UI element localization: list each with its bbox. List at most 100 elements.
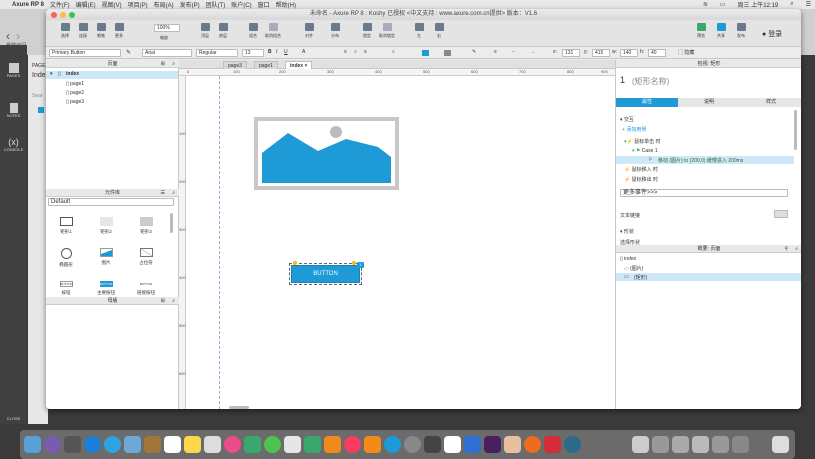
- align-center-icon[interactable]: ≡: [354, 49, 357, 55]
- page-row-page1[interactable]: ▯ page1: [66, 81, 84, 87]
- minimize-window-icon[interactable]: [60, 12, 66, 18]
- close-nav[interactable]: CLOSE: [0, 416, 27, 421]
- hide-checkbox[interactable]: ▢ 隐藏: [678, 49, 694, 56]
- notes-app-icon[interactable]: [144, 436, 161, 453]
- stickies-icon[interactable]: [184, 436, 201, 453]
- login-button[interactable]: ● 登录: [762, 29, 782, 39]
- preview-button[interactable]: 预览: [692, 23, 710, 39]
- line-width-icon[interactable]: ≡: [494, 49, 497, 55]
- handle-icon[interactable]: [293, 261, 297, 265]
- unlock-tool[interactable]: 取消锁定: [378, 23, 396, 39]
- inspector-scrollbar[interactable]: [794, 110, 797, 150]
- finder-icon[interactable]: [24, 436, 41, 453]
- shadow-icon[interactable]: [444, 50, 451, 56]
- widget-name-input[interactable]: (矩形名称): [632, 76, 669, 87]
- clock[interactable]: 周三 上午12:19: [738, 0, 779, 9]
- canvas-image-widget[interactable]: [254, 117, 399, 190]
- widget-rect2[interactable]: 矩形2: [91, 217, 121, 235]
- preview-app-icon[interactable]: [124, 436, 141, 453]
- add-case-link[interactable]: + 添加用例: [622, 126, 646, 133]
- folder-icon[interactable]: [712, 436, 729, 453]
- align-left-icon[interactable]: ≡: [344, 49, 347, 55]
- wifi-icon[interactable]: ≋: [703, 1, 708, 8]
- outline-item-rect[interactable]: ▭ (矩形): [616, 273, 801, 281]
- keynote-icon[interactable]: [324, 436, 341, 453]
- menu-window[interactable]: 窗口: [258, 0, 270, 9]
- menu-arrange[interactable]: 布局(A): [154, 0, 174, 9]
- quicktime-icon[interactable]: [564, 436, 581, 453]
- tab-style[interactable]: 样式: [740, 98, 801, 107]
- library-select[interactable]: Default: [48, 198, 174, 206]
- search-outline-icon[interactable]: ⌕: [795, 245, 798, 253]
- firefox-icon[interactable]: [524, 436, 541, 453]
- canvas-button[interactable]: BUTTON: [289, 263, 362, 285]
- interaction-section[interactable]: ▾ 交互: [620, 116, 634, 123]
- messages-icon[interactable]: [264, 436, 281, 453]
- bring-front-tool[interactable]: 顶层: [196, 23, 214, 39]
- fill-color-icon[interactable]: [422, 50, 429, 56]
- page-row-index[interactable]: ▾ ▯ index: [46, 71, 178, 79]
- menu-publish[interactable]: 发布(P): [180, 0, 200, 9]
- facetime-icon[interactable]: [244, 436, 261, 453]
- launchpad-icon[interactable]: [64, 436, 81, 453]
- downloads-icon[interactable]: [632, 436, 649, 453]
- app-store-icon[interactable]: [384, 436, 401, 453]
- library-menu-icon[interactable]: ☰: [161, 189, 165, 197]
- pages-nav[interactable]: PAGES: [0, 63, 27, 78]
- add-page-icon[interactable]: ⊞: [161, 60, 165, 68]
- right-tool[interactable]: 右: [430, 23, 448, 39]
- add-master-icon[interactable]: ⊞: [161, 297, 165, 305]
- trash-icon[interactable]: [772, 436, 789, 453]
- widget-ellipse[interactable]: 椭圆形: [51, 248, 81, 268]
- bg-search[interactable]: Sear: [32, 93, 43, 99]
- paint-style-icon[interactable]: ✎: [126, 49, 131, 56]
- distribute-tool[interactable]: 分布: [326, 23, 344, 39]
- baidu-icon[interactable]: [424, 436, 441, 453]
- reminders-icon[interactable]: [204, 436, 221, 453]
- notes-nav[interactable]: NOTES: [0, 103, 27, 118]
- search-pages-icon[interactable]: ⌕: [172, 60, 175, 68]
- zoom-window-icon[interactable]: [69, 12, 75, 18]
- library-scrollbar[interactable]: [170, 213, 173, 233]
- share-button[interactable]: 共享: [712, 23, 730, 39]
- tab-page1[interactable]: page1: [254, 61, 278, 69]
- group-tool[interactable]: 组合: [244, 23, 262, 39]
- left-tool[interactable]: 左: [410, 23, 428, 39]
- w-input[interactable]: 140: [620, 49, 638, 57]
- shape-section[interactable]: ▾ 形状: [620, 228, 634, 235]
- tab-properties[interactable]: 属性: [616, 98, 678, 107]
- search-masters-icon[interactable]: ⌕: [172, 297, 175, 305]
- lock-tool[interactable]: 锁定: [358, 23, 376, 39]
- menu-help[interactable]: 帮助(H): [276, 0, 296, 9]
- style-select[interactable]: Primary Button: [49, 49, 121, 57]
- tab-notes[interactable]: 说明: [678, 98, 740, 107]
- align-tool[interactable]: 对齐: [300, 23, 318, 39]
- size-select[interactable]: 13: [242, 49, 264, 57]
- safari-icon[interactable]: [84, 436, 101, 453]
- font-select[interactable]: Arial: [142, 49, 192, 57]
- folder-icon[interactable]: [732, 436, 749, 453]
- publish-button[interactable]: 发布: [732, 23, 750, 39]
- event-mouseenter[interactable]: ⚡ 鼠标移入 时: [624, 166, 658, 173]
- siri-icon[interactable]: [44, 436, 61, 453]
- widget-link-button[interactable]: BUTTON 链接按钮: [131, 281, 161, 296]
- pages-app-icon[interactable]: [284, 436, 301, 453]
- align-right-icon[interactable]: ≡: [364, 49, 367, 55]
- menu-account[interactable]: 账户(C): [231, 0, 251, 9]
- menu-project[interactable]: 项目(P): [128, 0, 148, 9]
- page-row-page2[interactable]: ▯ page2: [66, 90, 84, 96]
- event-mouseleave[interactable]: ⚡ 鼠标移出 时: [624, 176, 658, 183]
- more-tool[interactable]: 更多: [110, 23, 128, 39]
- widget-button[interactable]: BUTTON 按钮: [51, 281, 81, 296]
- arrow-style-icon[interactable]: →: [530, 49, 535, 55]
- handle-icon[interactable]: [352, 261, 356, 265]
- close-window-icon[interactable]: [51, 12, 57, 18]
- battery-icon[interactable]: ▭: [720, 1, 726, 8]
- system-preferences-icon[interactable]: [404, 436, 421, 453]
- widget-rect1[interactable]: 矩形1: [51, 217, 81, 235]
- outline-item-index[interactable]: ▯ index: [620, 256, 636, 262]
- send-back-tool[interactable]: 底层: [214, 23, 232, 39]
- ungroup-tool[interactable]: 取消组合: [264, 23, 282, 39]
- select-tool[interactable]: 选择: [56, 23, 74, 39]
- text-link-button[interactable]: [774, 210, 788, 218]
